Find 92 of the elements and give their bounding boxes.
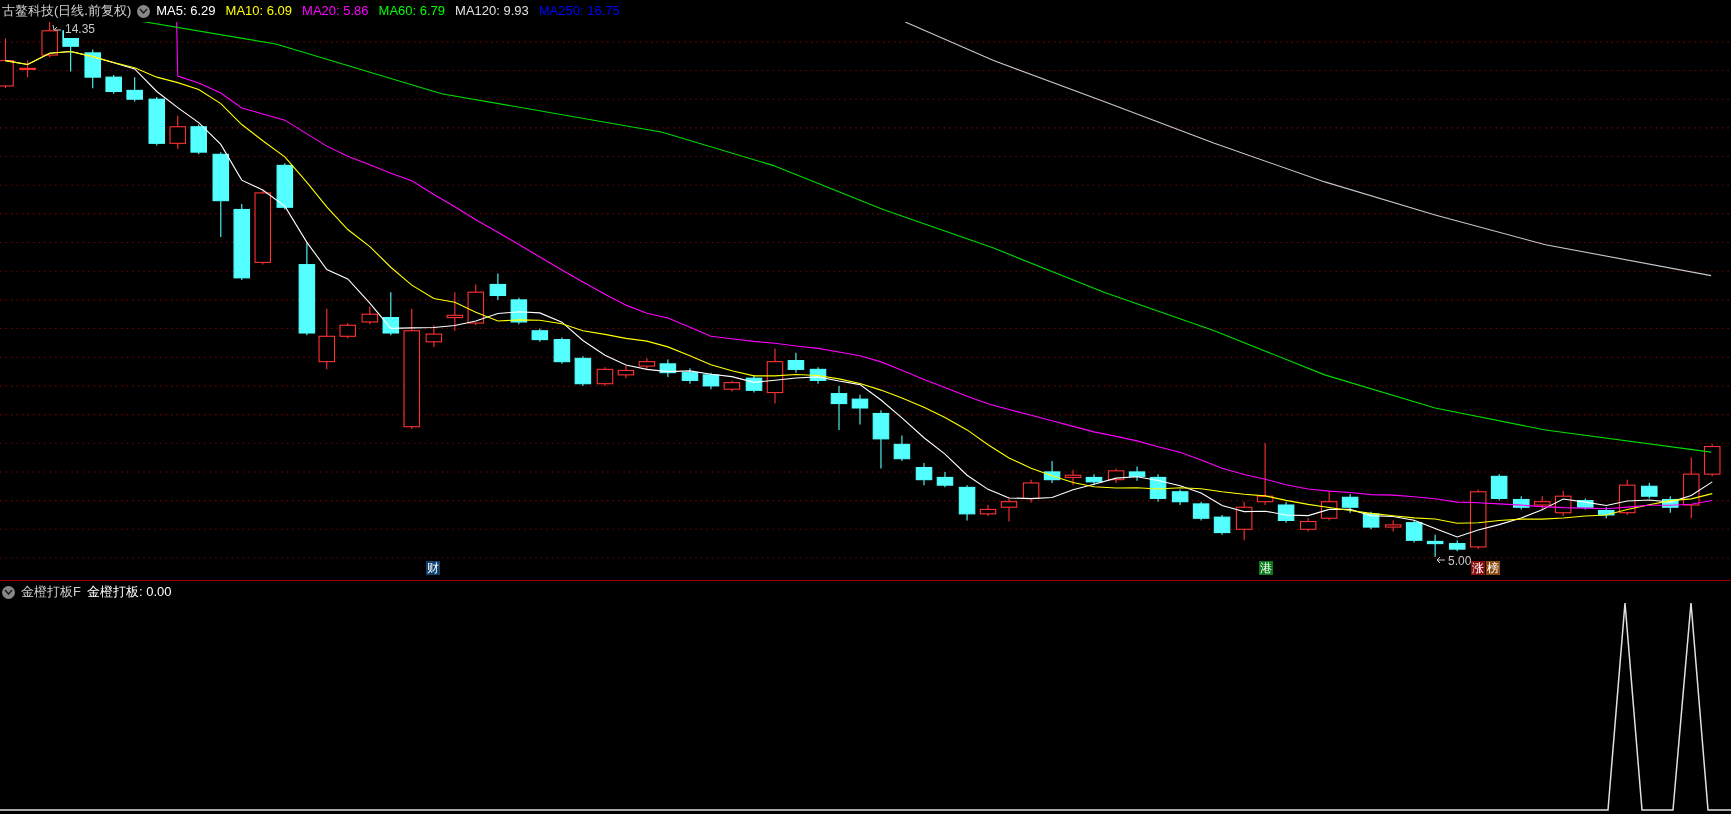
candlestick	[851, 394, 869, 426]
arrow-icon	[1436, 556, 1446, 564]
candlestick	[1320, 490, 1338, 521]
candlestick	[1683, 457, 1700, 519]
candlestick	[553, 336, 571, 365]
candlestick	[531, 328, 549, 343]
moving-average-label: MA10: 6.09	[225, 2, 293, 21]
event-marker[interactable]: 涨	[1470, 560, 1485, 575]
candlestick	[893, 435, 911, 462]
candlestick	[1618, 479, 1636, 516]
candlestick	[1405, 519, 1423, 544]
candlestick	[1448, 539, 1466, 552]
candlestick	[1384, 519, 1402, 533]
candlestick	[1362, 511, 1380, 530]
candlestick	[936, 471, 954, 488]
candlestick	[702, 372, 720, 390]
candlestick	[1022, 479, 1040, 504]
candlestick	[425, 324, 443, 348]
candlestick	[169, 115, 186, 150]
candlestick	[596, 366, 614, 387]
candlestick	[1107, 468, 1125, 484]
arrow-icon	[52, 24, 62, 32]
moving-average-label: MA120: 9.93	[455, 2, 529, 21]
candlestick	[1213, 514, 1231, 536]
candlestick	[1469, 489, 1487, 550]
candlestick	[958, 484, 976, 521]
low-price-label: 5.00	[1448, 553, 1472, 570]
candlestick	[1554, 490, 1572, 517]
moving-average-label: MA5: 6.29	[156, 2, 216, 21]
candlestick	[915, 462, 933, 486]
candlestick	[1299, 517, 1317, 533]
candlestick	[809, 366, 827, 385]
candlestick	[382, 291, 400, 336]
moving-average-label: MA20: 5.86	[302, 2, 369, 21]
candlestick	[1426, 534, 1444, 558]
candlestick	[339, 322, 357, 340]
candlestick	[1277, 501, 1295, 524]
candlestick	[681, 367, 699, 385]
candlestick	[467, 283, 485, 326]
candlestick	[766, 347, 784, 405]
candlestick	[574, 355, 592, 387]
candlestick	[830, 385, 848, 431]
candlestick	[276, 162, 294, 210]
candlestick	[787, 352, 805, 374]
candlestick	[1149, 473, 1167, 503]
candlestick	[1235, 501, 1253, 541]
candlestick	[1512, 495, 1530, 510]
candlestick	[1085, 473, 1103, 486]
event-marker[interactable]: 港	[1258, 560, 1273, 575]
indicator-reading: 金橙打板: 0.00	[86, 583, 172, 602]
event-marker[interactable]: 财	[426, 560, 441, 575]
collapse-icon[interactable]	[2, 585, 15, 599]
candlestick	[84, 49, 101, 89]
candlestick	[659, 358, 677, 378]
high-price-label: 14.35	[64, 20, 97, 38]
candlestick	[489, 272, 507, 301]
candlestick	[1533, 495, 1551, 510]
candlestick	[1000, 497, 1018, 523]
candlestick	[1192, 501, 1210, 521]
candlestick	[19, 60, 36, 78]
candlestick	[1577, 497, 1594, 510]
collapse-icon[interactable]	[137, 4, 151, 18]
candlestick	[1598, 506, 1615, 519]
candlestick	[1064, 469, 1082, 486]
candlestick	[745, 374, 763, 394]
candlestick	[148, 96, 166, 147]
candlestick	[872, 409, 890, 470]
candlestick	[1662, 495, 1679, 514]
candlestick	[723, 379, 741, 392]
candlestick	[617, 365, 635, 379]
candlestick	[318, 308, 336, 370]
event-marker[interactable]: 榜	[1485, 560, 1500, 575]
candlestick	[446, 291, 464, 332]
moving-average-label: MA250: 16.75	[538, 2, 620, 21]
chart-title: 古鳌科技(日线.前复权)	[2, 2, 132, 21]
indicator-title: 金橙打板F	[21, 583, 81, 602]
moving-average-label: MA60: 6.79	[378, 2, 446, 21]
candlestick	[41, 22, 58, 58]
candlestick	[979, 504, 997, 517]
candlestick	[638, 357, 656, 370]
candlestick	[361, 305, 379, 325]
candlestick	[190, 124, 207, 155]
candlestick	[1490, 473, 1508, 502]
candlestick	[1641, 482, 1658, 499]
candlestick	[1256, 442, 1274, 506]
candlestick	[1171, 489, 1189, 506]
candlestick	[1341, 493, 1359, 514]
candlestick	[1703, 443, 1721, 477]
candlestick	[1043, 460, 1061, 484]
candlestick	[1128, 465, 1146, 482]
candlestick	[105, 74, 122, 95]
candlestick	[126, 76, 143, 102]
